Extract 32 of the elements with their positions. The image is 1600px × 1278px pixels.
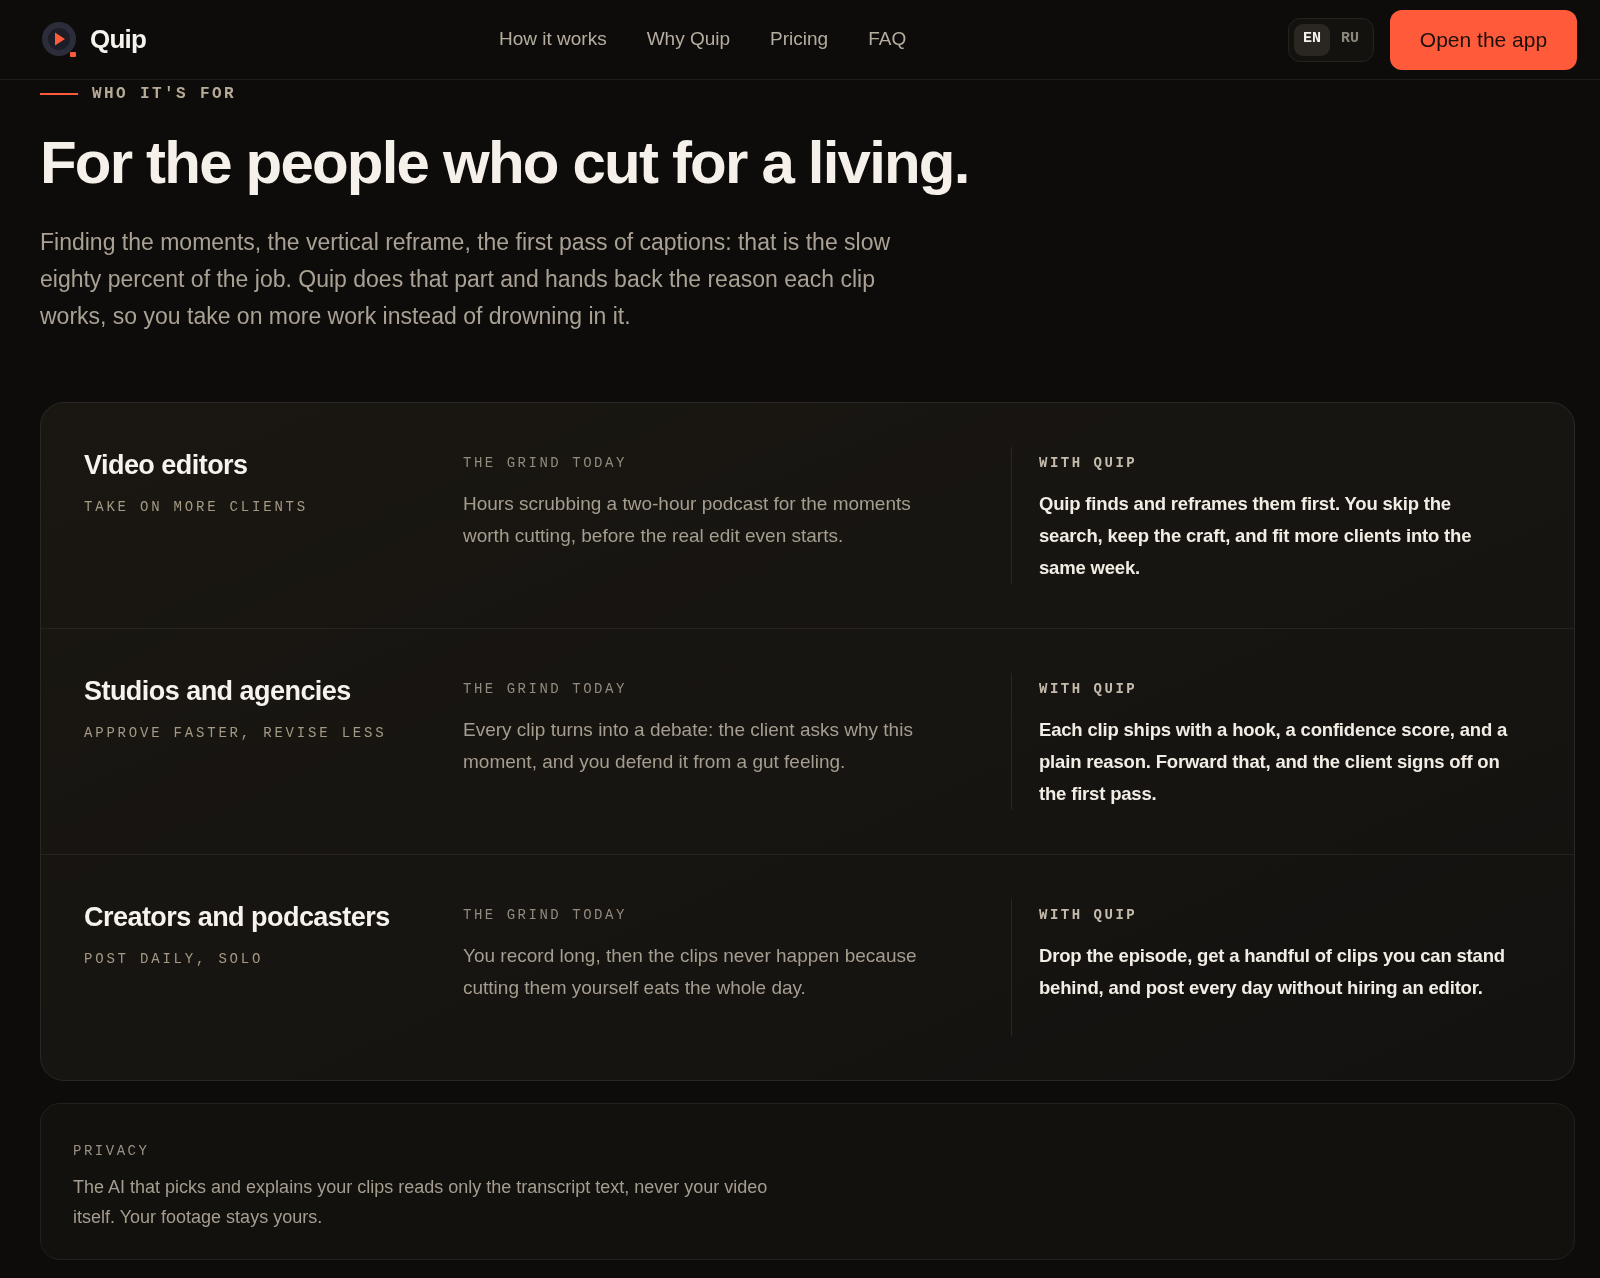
language-option[interactable]: RU (1332, 23, 1368, 56)
audience-tagline: TAKE ON MORE CLIENTS (84, 498, 310, 517)
section-heading: For the people who cut for a living. (40, 130, 970, 196)
nav-link[interactable]: How it works (499, 25, 607, 54)
nav-link[interactable]: Pricing (770, 25, 829, 54)
audience-title: Studios and agencies (84, 675, 352, 708)
quip-text: Each clip ships with a hook, a confidence score, and a plain reason. Forward that, and the client signs off on the first pass. (1039, 718, 1509, 806)
grind-text: Hours scrubbing a two-hour podcast for the moments worth cutting, before the real edit even starts. (463, 492, 912, 548)
column-label: THE GRIND TODAY (463, 454, 628, 473)
column-label: WITH QUIP (1039, 680, 1139, 699)
quip-text: Drop the episode, get a handful of clips you can stand behind, and post every day without hiring an editor. (1039, 944, 1506, 1000)
quip-text: Quip finds and reframes them first. You skip the search, keep the craft, and fit more clients into the same week. (1039, 492, 1473, 580)
grind-text: You record long, then the clips never happen because cutting them yourself eats the whole day. (463, 944, 918, 1000)
column-label: WITH QUIP (1039, 906, 1139, 925)
nav-link[interactable]: Why Quip (646, 25, 731, 54)
audience-title: Video editors (84, 449, 249, 482)
audience-tagline: APPROVE FASTER, REVISE LESS (84, 724, 388, 743)
language-option[interactable]: EN (1293, 23, 1330, 56)
open-app-button[interactable]: Open the app (1390, 9, 1577, 70)
column-label: THE GRIND TODAY (463, 680, 628, 699)
column-label: THE GRIND TODAY (463, 906, 628, 925)
brand-name[interactable]: Quip (90, 20, 147, 59)
grind-text: Every clip turns into a debate: the client asks why this moment, and you defend it from a gut feeling. (463, 718, 914, 774)
section-intro: Finding the moments, the vertical reframe, the first pass of captions: that is the slow eighty percent of the job. Quip does that part and hands back the reason each clip works, so you take on more work instead of drowning in it. (40, 228, 892, 331)
nav-link[interactable]: FAQ (868, 25, 907, 54)
privacy-text: The AI that picks and explains your clips reads only the transcript text, never your video itself. Your footage stays yours. (73, 1176, 769, 1229)
audience-title: Creators and podcasters (84, 901, 391, 934)
privacy-label: PRIVACY (73, 1142, 151, 1161)
accent-line (40, 93, 78, 95)
audience-tagline: POST DAILY, SOLO (84, 950, 265, 969)
section-eyebrow: WHO IT'S FOR (92, 84, 237, 105)
column-label: WITH QUIP (1039, 454, 1139, 473)
